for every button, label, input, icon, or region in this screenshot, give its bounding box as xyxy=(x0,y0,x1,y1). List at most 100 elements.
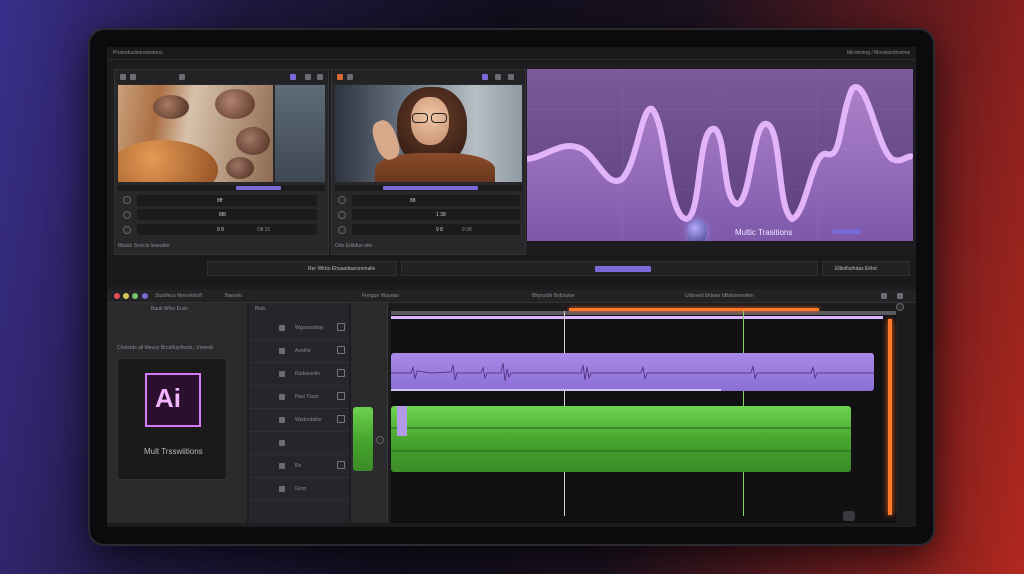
film-icon[interactable] xyxy=(120,74,126,80)
program-video-frame xyxy=(335,85,522,182)
camera-icon[interactable] xyxy=(897,293,903,299)
control-row-1[interactable]: 88 xyxy=(352,195,520,206)
close-icon[interactable] xyxy=(114,293,120,299)
effect-icon xyxy=(279,325,285,331)
layout-icon[interactable] xyxy=(305,74,311,80)
video-clip[interactable] xyxy=(391,406,851,472)
track-headers xyxy=(351,303,388,523)
info-icon[interactable] xyxy=(317,74,323,80)
settings-icon[interactable] xyxy=(881,293,887,299)
effect-label: Wgosasdsay xyxy=(295,325,324,331)
dial-icon[interactable] xyxy=(338,196,346,204)
dial-icon[interactable] xyxy=(123,211,131,219)
dial-icon[interactable] xyxy=(123,226,131,234)
purple-rule xyxy=(391,316,883,319)
minimize-icon[interactable] xyxy=(123,293,129,299)
checkbox-icon[interactable] xyxy=(337,461,345,469)
control-row-3[interactable]: 9 8 9 98 xyxy=(352,224,520,235)
monitor-a-caption: Bbasb Scoicis leseaibe xyxy=(118,243,170,249)
effect-icon xyxy=(279,463,285,469)
source-monitor: 8ff 8f8 9 8 Ofl 31 Bbasb Scoicis leseaib… xyxy=(114,69,329,255)
transition-marker[interactable] xyxy=(397,406,407,436)
zoom-icon[interactable] xyxy=(896,303,904,311)
control-row-1[interactable]: 8ff xyxy=(137,195,317,206)
effect-list-item[interactable]: Wgosasdsay xyxy=(249,317,349,340)
checkbox-icon[interactable] xyxy=(337,369,345,377)
effect-list-item[interactable]: Wpdoobdse xyxy=(249,409,349,432)
title-bar: Proeoductionxanstons Minstoring / Moviel… xyxy=(107,47,916,60)
tab-media[interactable]: Baerslo xyxy=(225,293,242,299)
timeline-panel xyxy=(351,303,916,523)
audio-clip[interactable] xyxy=(391,353,874,391)
layout-icon[interactable] xyxy=(495,74,501,80)
effect-list-item[interactable]: Aooihe xyxy=(249,340,349,363)
window-icon[interactable] xyxy=(179,74,185,80)
control-row-2[interactable]: 8f8 xyxy=(137,209,317,220)
out-marker[interactable] xyxy=(888,319,892,515)
grid-icon[interactable] xyxy=(347,74,353,80)
work-area-bar[interactable] xyxy=(569,308,819,311)
bottom-tab-bar: Stuisfeuo Menoledofl Baerslo Frmgue Waue… xyxy=(107,290,916,303)
middle-strip: Rer Wlrbo Ehsaadiasnzomalle Ellbd6sthdas… xyxy=(107,255,916,285)
record-icon[interactable] xyxy=(337,74,343,80)
effect-label: Rs xyxy=(295,463,302,469)
breadcrumb: Cheletds all Meuoy Broidfuy/bwds...Viree… xyxy=(117,345,214,351)
effect-list-item[interactable]: Gorp xyxy=(249,478,349,501)
project-header: Bauk Wloo Erslo xyxy=(151,306,188,312)
logo-caption: Mult Trsswiitions xyxy=(144,447,203,456)
app-title: Proeoductionxanstons xyxy=(113,50,163,56)
effect-icon xyxy=(279,348,285,354)
lock-icon[interactable] xyxy=(376,436,384,444)
waveform-tag[interactable] xyxy=(833,229,861,234)
effect-list-item[interactable]: Paoi Tlusn xyxy=(249,386,349,409)
scroll-handle[interactable] xyxy=(843,511,855,521)
timeline-tab-mid[interactable]: Bhprutbh Bottoulse xyxy=(532,293,575,299)
extra-icon[interactable] xyxy=(142,293,148,299)
camera-icon[interactable] xyxy=(482,74,488,80)
effect-label: Gorp xyxy=(295,486,307,492)
monitor-b-caption: Odo Edibfue atio xyxy=(335,243,373,249)
timeline-canvas[interactable] xyxy=(391,308,896,523)
media-thumbnail[interactable]: Ai Mult Trsswiitions xyxy=(117,358,227,480)
monitor-b-header xyxy=(332,70,525,84)
gear-icon[interactable] xyxy=(123,196,131,204)
tab-project[interactable]: Stuisfeuo Menoledofl xyxy=(155,293,202,299)
effect-icon xyxy=(279,371,285,377)
effect-list-item[interactable] xyxy=(249,432,349,455)
middle-right-field[interactable]: Ellbd6sthdas Elrbd xyxy=(822,261,910,276)
effect-list-item[interactable]: Rudseonlio xyxy=(249,363,349,386)
camera-icon[interactable] xyxy=(290,74,296,80)
effect-icon xyxy=(279,394,285,400)
effect-label: Rudseonlio xyxy=(295,371,321,377)
monitor-a-scrubber[interactable] xyxy=(118,185,325,191)
time-ruler[interactable] xyxy=(391,311,896,315)
track-header-video[interactable] xyxy=(353,407,373,471)
waveform-graph xyxy=(527,69,913,241)
effect-list-item[interactable]: Rs xyxy=(249,455,349,478)
waveform-label: Multic Trasitions xyxy=(735,228,793,237)
source-thumbnail xyxy=(275,85,325,182)
checkbox-icon[interactable] xyxy=(337,323,345,331)
timeline-tab-right[interactable]: Uldoaed bhbaer bBdsomestlen xyxy=(685,293,754,299)
dial-icon[interactable] xyxy=(338,211,346,219)
monitor-b-scrubber[interactable] xyxy=(335,185,522,191)
checkbox-icon[interactable] xyxy=(337,392,345,400)
control-row-2[interactable]: 1 38 xyxy=(352,209,520,220)
effects-panel: Bisls Wgosasdsay Aooihe Rudseonlio Paoi Tlu… xyxy=(249,303,349,523)
middle-center-field[interactable] xyxy=(401,261,818,276)
device-frame: Proeoductionxanstons Minstoring / Moviel… xyxy=(90,30,933,544)
jog-dial[interactable] xyxy=(687,219,707,241)
effect-label: Wpdoobdse xyxy=(295,417,322,423)
grid-icon[interactable] xyxy=(130,74,136,80)
checkbox-icon[interactable] xyxy=(337,346,345,354)
control-row-3[interactable]: 9 8 Ofl 31 xyxy=(137,224,317,235)
dial-icon[interactable] xyxy=(338,226,346,234)
project-panel: Bauk Wloo Erslo Cheletds all Meuoy Broid… xyxy=(107,303,247,523)
middle-left-field[interactable]: Rer Wlrbo Ehsaadiasnzomalle xyxy=(207,261,397,276)
maximize-icon[interactable] xyxy=(132,293,138,299)
info-icon[interactable] xyxy=(508,74,514,80)
program-monitor: 88 1 38 9 8 9 98 Odo Edibfue atio xyxy=(331,69,526,255)
checkbox-icon[interactable] xyxy=(337,415,345,423)
workspace-label: Minstoring / Movielunthsions xyxy=(846,50,910,56)
timeline-tab-left[interactable]: Frmgue Waueas xyxy=(362,293,399,299)
